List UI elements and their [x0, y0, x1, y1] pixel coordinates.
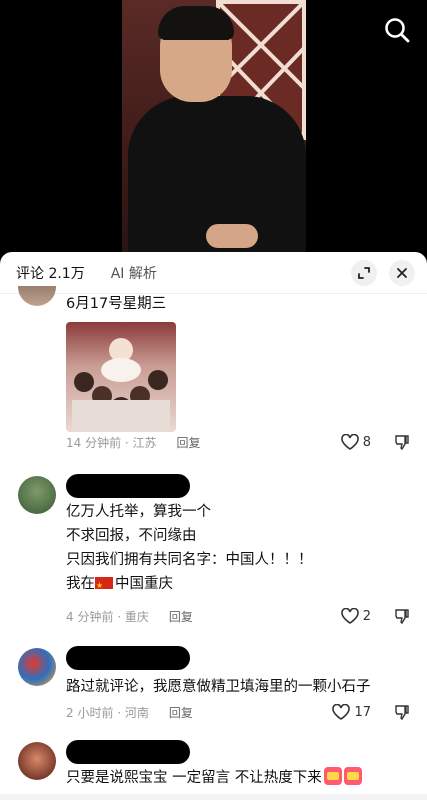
username-redacted[interactable]: [66, 474, 190, 498]
like-button[interactable]: 8: [340, 434, 371, 450]
reply-button[interactable]: 回复: [169, 608, 193, 625]
comment-text-line: 只要是说熙宝宝 一定留言 不让热度下来: [66, 766, 411, 790]
person-hair: [158, 6, 234, 40]
comment-text: 不求回报，不问缘由: [66, 528, 197, 544]
tab-comments[interactable]: 评论 2.1万: [16, 263, 85, 283]
gift-emoji-icon: [323, 767, 342, 785]
video-player[interactable]: [0, 0, 427, 252]
gift-emoji-icon: [343, 767, 362, 785]
close-button[interactable]: [389, 259, 415, 286]
like-count: 2: [362, 608, 371, 624]
crowd-illustration: [72, 338, 170, 432]
comment-item: 6月17号星期三 14 分钟前 · 江苏 回复 8: [0, 286, 427, 462]
avatar[interactable]: [18, 648, 56, 686]
search-icon[interactable]: [383, 16, 411, 44]
comment-text: 只要是说熙宝宝 一定留言 不让热度下来: [66, 770, 322, 786]
person-hands: [206, 224, 258, 248]
comment-item: 只要是说熙宝宝 一定留言 不让热度下来: [0, 740, 427, 800]
like-button[interactable]: 17: [332, 704, 371, 720]
dislike-icon[interactable]: [393, 433, 411, 451]
comment-time: 4 分钟前 · 重庆: [66, 609, 149, 624]
comment-text: 6月17号星期三: [66, 296, 167, 312]
sheet-header: 评论 2.1万 AI 解析: [0, 252, 427, 294]
comment-time: 2 小时前 · 河南: [66, 705, 149, 720]
china-flag-icon: [95, 574, 113, 598]
video-frame: [122, 0, 306, 252]
comment-time: 14 分钟前 · 江苏: [66, 435, 157, 450]
comment-text: 只因我们拥有共同名字：中国人！！！: [66, 552, 313, 568]
avatar[interactable]: [18, 742, 56, 780]
expand-icon: [358, 266, 370, 279]
comment-item: 亿万人托举，算我一个 不求回报，不问缘由 只因我们拥有共同名字：中国人！！！ 我…: [0, 474, 427, 636]
like-count: 17: [354, 704, 371, 720]
heart-icon: [340, 608, 359, 624]
comment-image[interactable]: [66, 322, 176, 432]
avatar[interactable]: [18, 286, 56, 306]
heart-icon: [332, 704, 351, 720]
comment-item: 路过就评论，我愿意做精卫填海里的一颗小石子 2 小时前 · 河南 回复 17: [0, 646, 427, 728]
expand-button[interactable]: [351, 259, 377, 286]
username-redacted[interactable]: [66, 646, 190, 670]
tab-ai-analysis[interactable]: AI 解析: [111, 263, 157, 283]
reply-button[interactable]: 回复: [177, 434, 201, 451]
comment-text: 亿万人托举，算我一个: [66, 504, 211, 520]
comment-location: 中国重庆: [115, 576, 173, 592]
me-at-prefix: 我在: [66, 576, 95, 592]
comment-sheet: 评论 2.1万 AI 解析 6月17号星期三 14 分钟前 · 江苏 回复 8 …: [0, 252, 427, 800]
like-button[interactable]: 2: [340, 608, 371, 624]
bottom-bar: [0, 794, 427, 800]
comment-location-line: 我在 中国重庆: [66, 572, 411, 598]
username-redacted[interactable]: [66, 740, 190, 764]
dislike-icon[interactable]: [393, 703, 411, 721]
avatar[interactable]: [18, 476, 56, 514]
close-icon: [397, 267, 407, 278]
dislike-icon[interactable]: [393, 607, 411, 625]
reply-button[interactable]: 回复: [169, 704, 193, 721]
like-count: 8: [362, 434, 371, 450]
heart-icon: [340, 434, 359, 450]
comment-text: 路过就评论，我愿意做精卫填海里的一颗小石子: [66, 679, 371, 695]
